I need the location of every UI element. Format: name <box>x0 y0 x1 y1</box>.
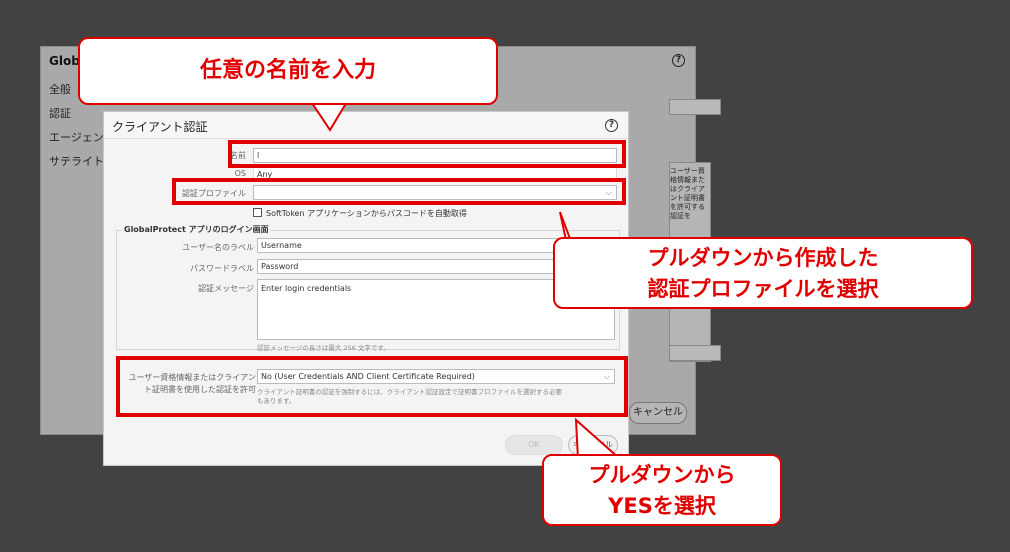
callout-name: 任意の名前を入力 <box>78 37 498 105</box>
sidebar-item-general[interactable]: 全般 <box>49 81 71 97</box>
softtoken-label: SoftToken アプリケーションからパスコードを自動取得 <box>266 209 467 218</box>
callout-profile-line2: 認証プロファイルを選択 <box>647 277 879 301</box>
section-title: GlobalProtect アプリのログイン画面 <box>122 224 271 235</box>
sidebar-item-auth[interactable]: 認証 <box>49 105 71 121</box>
background-panel-text: ユーザー資格情報またはクライアント証明書を許可する認証を <box>670 167 705 220</box>
background-select[interactable] <box>669 99 721 115</box>
auth-message-label: 認証メッセージ <box>198 284 254 293</box>
auth-message-hint: 認証メッセージの長さは最大 256 文字です。 <box>257 344 390 352</box>
callout-name-text: 任意の名前を入力 <box>199 58 376 83</box>
cancel-button[interactable]: キャンセル <box>568 435 618 455</box>
help-icon[interactable]: ? <box>605 119 618 132</box>
name-highlight-box <box>228 140 626 168</box>
dialog-title: クライアント認証 <box>112 120 208 134</box>
background-cancel-button[interactable]: キャンセル <box>629 402 687 424</box>
callout-yes-line1: プルダウンから <box>588 463 736 487</box>
help-icon[interactable]: ? <box>672 54 685 67</box>
sidebar-item-satellite[interactable]: サテライト <box>49 153 104 169</box>
allow-auth-highlight-box <box>116 356 628 417</box>
callout-yes-line2: YESを選択 <box>608 494 716 518</box>
auth-profile-highlight-box <box>172 178 626 205</box>
background-select-2[interactable] <box>669 345 721 361</box>
username-label-label: ユーザー名のラベル <box>182 243 254 252</box>
dialog-header: クライアント認証 ? <box>104 112 628 139</box>
ok-button[interactable]: OK <box>505 435 563 455</box>
softtoken-checkbox[interactable] <box>253 208 262 217</box>
callout-yes: プルダウンから YESを選択 <box>542 454 782 526</box>
password-label-label: パスワードラベル <box>190 264 254 273</box>
callout-profile: プルダウンから作成した 認証プロファイルを選択 <box>553 237 973 309</box>
callout-profile-line1: プルダウンから作成した <box>647 246 879 270</box>
os-label: OS <box>234 169 246 178</box>
